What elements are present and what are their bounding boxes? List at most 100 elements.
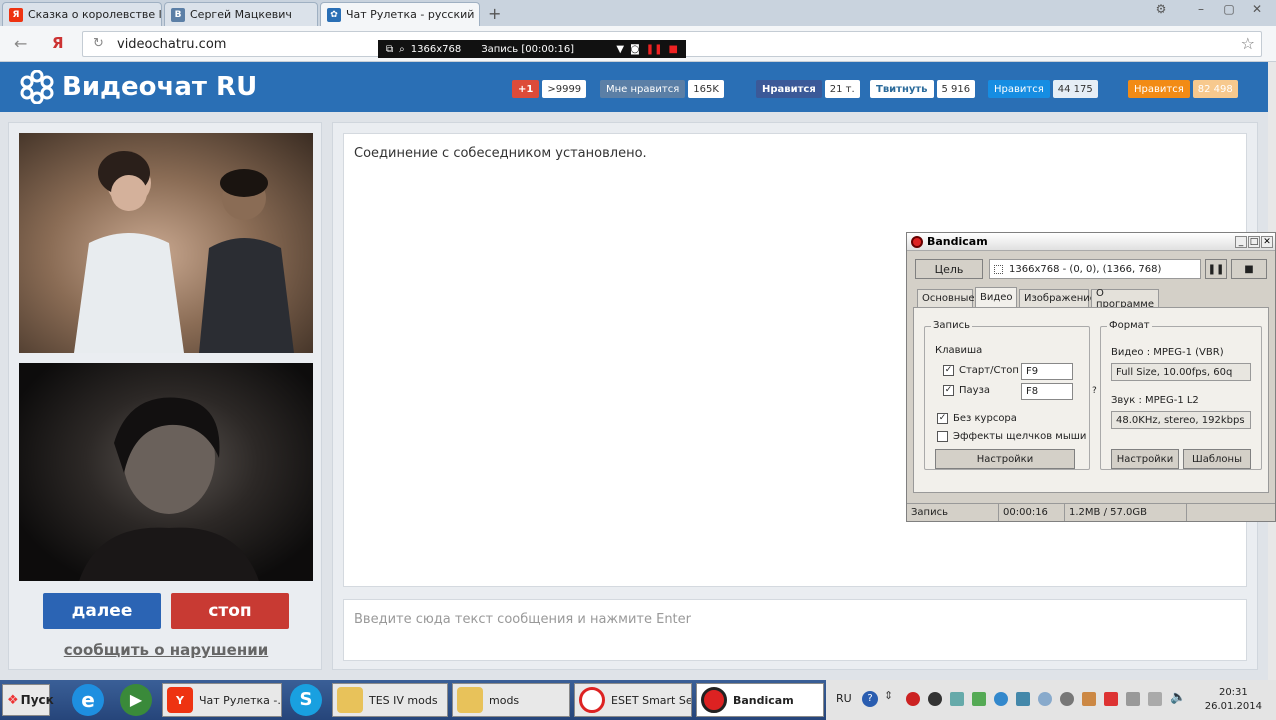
bandicam-stop-button[interactable]: ■ [1231, 259, 1267, 279]
close-window-icon[interactable]: ✕ [1242, 0, 1272, 18]
bandicam-maximize-icon[interactable]: □ [1248, 235, 1260, 248]
utility-tray-icon[interactable] [1082, 692, 1096, 706]
back-icon[interactable]: ← [14, 34, 27, 53]
close-tab-icon[interactable]: ✕ [474, 9, 479, 20]
taskbar-item-label: ESET Smart Se... [611, 693, 692, 707]
bandicam-close-icon[interactable]: ✕ [1261, 235, 1273, 248]
no-cursor-checkbox[interactable]: ✓ [937, 413, 948, 424]
settings-icon[interactable]: ⚙ [1146, 0, 1176, 18]
new-tab-button[interactable]: + [488, 4, 501, 23]
tab-general[interactable]: Основные [917, 289, 975, 307]
antivirus-tray-icon[interactable] [1104, 692, 1118, 706]
stop-button[interactable]: стоп [171, 593, 289, 629]
bandicam-taskbar-icon [701, 687, 727, 713]
magnifier-icon[interactable]: ⌕ [399, 44, 405, 55]
expand-tray-icon[interactable]: ⇕ [884, 689, 893, 702]
volume-tray-icon[interactable]: 🔈 [1170, 690, 1186, 705]
minimize-window-icon[interactable]: – [1186, 0, 1216, 18]
ie-icon[interactable]: e [72, 684, 104, 716]
bandicam-window: Bandicam _ □ ✕ Цель 1366x768 - (0, 0), (… [906, 232, 1276, 522]
skype-tray-icon[interactable] [994, 692, 1008, 706]
bandicam-pause-button[interactable]: ❚❚ [1205, 259, 1227, 279]
pause-icon[interactable]: ❚❚ [646, 44, 663, 55]
star-bookmark-icon[interactable]: ☆ [1241, 34, 1255, 53]
report-abuse-link[interactable]: сообщить о нарушении [9, 641, 323, 659]
media-player-icon[interactable]: ▶ [120, 684, 152, 716]
ok-like-button[interactable]: Нравится [1128, 80, 1190, 98]
site-logo[interactable]: Видеочат RU [20, 70, 257, 104]
app-tray-icon[interactable] [928, 692, 942, 706]
start-label: Пуск [20, 693, 54, 707]
pause-checkbox[interactable]: ✓ [943, 385, 954, 396]
mailru-like-button[interactable]: Нравится [988, 80, 1050, 98]
site-title: Видеочат RU [62, 72, 258, 102]
taskbar-item-label: mods [489, 693, 520, 707]
chat-input-placeholder: Введите сюда текст сообщения и нажмите E… [354, 612, 691, 627]
dropdown-icon[interactable]: ▼ [616, 44, 624, 55]
maximize-window-icon[interactable]: ▢ [1214, 0, 1244, 18]
target-button[interactable]: Цель [915, 259, 983, 279]
globe-tray-icon[interactable] [1038, 692, 1052, 706]
vk-like-button[interactable]: Мне нравится [600, 80, 686, 98]
taskbar-item-mods[interactable]: mods [452, 683, 570, 717]
window-icon[interactable]: ⧉ [386, 44, 393, 55]
bandicam-minimize-icon[interactable]: _ [1235, 235, 1247, 248]
vk-like-widget[interactable]: Мне нравится 165K [600, 80, 724, 98]
tab-about[interactable]: О программе [1091, 288, 1159, 310]
videochat-icon: ✿ [327, 7, 341, 22]
tab-label: Сказка о королевстве l [28, 8, 162, 21]
update-tray-icon[interactable] [972, 692, 986, 706]
display-tray-icon[interactable] [1148, 692, 1162, 706]
system-tray: RU ? ⇕ 🔈 20:31 26.01.2014 [826, 680, 1276, 720]
network-tray-icon[interactable] [950, 692, 964, 706]
recording-resolution: 1366x768 [410, 43, 462, 55]
vk-icon: В [171, 7, 185, 22]
yandex-logo-icon[interactable]: Я [52, 34, 64, 52]
status-size: 1.2MB / 57.0GB [1065, 504, 1187, 521]
start-button[interactable]: ❖ Пуск [2, 684, 54, 716]
taskbar-item-tes-mods[interactable]: TES IV mods [332, 683, 448, 717]
fb-like-widget[interactable]: Нравится 21 т. [756, 80, 860, 98]
mailru-like-widget[interactable]: Нравится 44 175 [988, 80, 1098, 98]
tweet-button[interactable]: Твитнуть [870, 80, 934, 98]
twitter-widget[interactable]: Твитнуть 5 916 [870, 80, 976, 98]
record-tray-icon[interactable] [906, 692, 920, 706]
reload-icon[interactable]: ↻ [93, 36, 104, 51]
browser-tab-3[interactable]: ✿ Чат Рулетка - русский ✕ [320, 2, 480, 26]
pause-label: Пауза [959, 385, 991, 396]
tab-image[interactable]: Изображение [1019, 289, 1096, 307]
language-indicator[interactable]: RU [836, 692, 852, 705]
usb-tray-icon[interactable] [1126, 692, 1140, 706]
clock[interactable]: 20:31 26.01.2014 [1205, 686, 1262, 714]
help-tray-icon[interactable]: ? [862, 691, 878, 707]
taskbar-item-eset[interactable]: ESET Smart Se... [574, 683, 692, 717]
startstop-checkbox[interactable]: ✓ [943, 365, 954, 376]
fb-like-button[interactable]: Нравится [756, 80, 822, 98]
bandicam-titlebar[interactable]: Bandicam _ □ ✕ [907, 233, 1275, 251]
gplus-widget[interactable]: +1 >9999 [512, 80, 587, 98]
next-button[interactable]: далее [43, 593, 161, 629]
browser-tab-2[interactable]: В Сергей Мацкевич [164, 2, 318, 26]
tab-video[interactable]: Видео [975, 287, 1017, 307]
bandicam-title: Bandicam [927, 235, 988, 248]
taskbar-item-bandicam[interactable]: Bandicam [696, 683, 824, 717]
chat-message-input[interactable]: Введите сюда текст сообщения и нажмите E… [343, 599, 1247, 661]
stop-icon[interactable]: ■ [669, 44, 678, 55]
browser-tab-1[interactable]: Я Сказка о королевстве l [2, 2, 162, 26]
skype-icon[interactable]: S [290, 684, 322, 716]
sync-tray-icon[interactable] [1016, 692, 1030, 706]
taskbar-item-chat[interactable]: Y Чат Рулетка -... [162, 683, 282, 717]
taskbar-item-label: TES IV mods [369, 693, 438, 707]
startstop-key-field[interactable]: F9 [1021, 363, 1073, 380]
disk-tray-icon[interactable] [1060, 692, 1074, 706]
ok-like-widget[interactable]: Нравится 82 498 [1128, 80, 1238, 98]
bandicam-statusbar: Запись 00:00:16 1.2MB / 57.0GB [907, 503, 1275, 521]
record-settings-button[interactable]: Настройки [935, 449, 1075, 469]
gplus-button[interactable]: +1 [512, 80, 540, 98]
help-icon[interactable]: ? [1092, 386, 1097, 396]
pause-key-field[interactable]: F8 [1021, 383, 1073, 400]
click-effects-checkbox[interactable] [937, 431, 948, 442]
templates-button[interactable]: Шаблоны [1183, 449, 1251, 469]
camera-icon[interactable]: ◙ [630, 44, 640, 55]
format-settings-button[interactable]: Настройки [1111, 449, 1179, 469]
